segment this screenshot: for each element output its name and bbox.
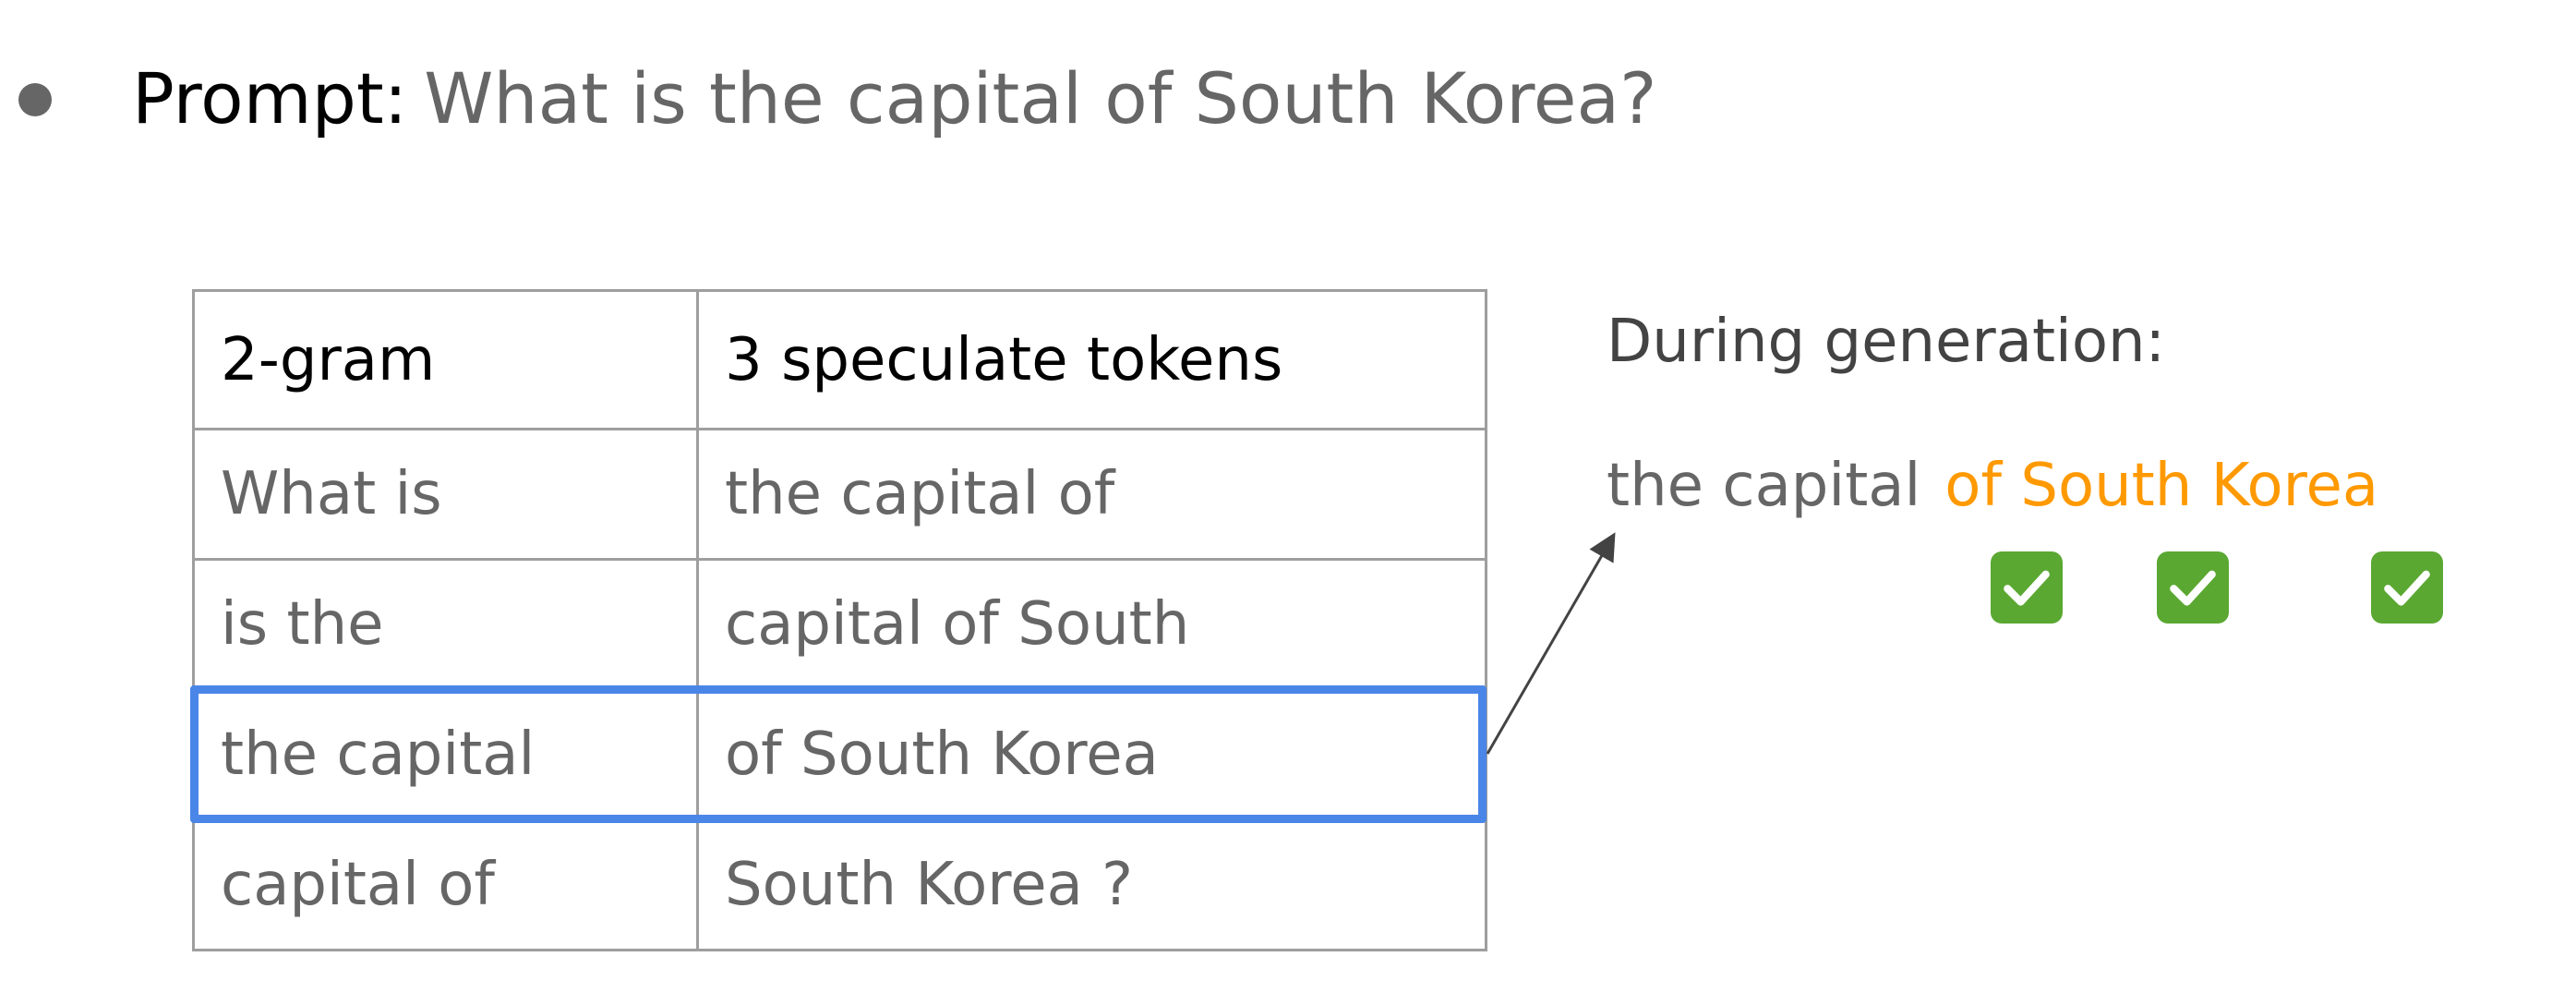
header-2-gram: 2-gram <box>192 289 699 430</box>
ngram-cell: is the <box>192 558 699 691</box>
prompt-question: What is the capital of South Korea? <box>424 57 1657 139</box>
generation-speculated: of South Korea <box>1944 452 2379 520</box>
ngram-cell: What is <box>192 428 699 561</box>
tokens-cell: South Korea ? <box>696 818 1487 951</box>
tokens-cell: of South Korea <box>696 688 1487 821</box>
generation-title: During generation: <box>1607 308 2166 376</box>
ngram-table: 2-gram 3 speculate tokens What is the ca… <box>192 289 1487 951</box>
generation-context: the capital <box>1607 452 1921 520</box>
table-row: is the capital of South <box>192 558 1487 691</box>
table-row: capital of South Korea ? <box>192 818 1487 951</box>
arrow-line <box>1486 532 1616 755</box>
ngram-cell: the capital <box>192 688 699 821</box>
bullet-icon <box>18 83 52 116</box>
table-header-row: 2-gram 3 speculate tokens <box>192 289 1487 430</box>
check-icon <box>1991 551 2063 624</box>
tokens-cell: capital of South <box>696 558 1487 691</box>
check-icon <box>2371 551 2443 624</box>
check-icon <box>2157 551 2229 624</box>
table-row: What is the capital of <box>192 428 1487 561</box>
prompt-line: Prompt: What is the capital of South Kore… <box>132 48 1656 150</box>
header-speculate-tokens: 3 speculate tokens <box>696 289 1487 430</box>
tokens-cell: the capital of <box>696 428 1487 561</box>
generation-line: the capital of South Korea <box>1607 444 2378 527</box>
table-row-highlighted: the capital of South Korea <box>192 688 1487 821</box>
ngram-cell: capital of <box>192 818 699 951</box>
prompt-label: Prompt: <box>132 57 408 139</box>
